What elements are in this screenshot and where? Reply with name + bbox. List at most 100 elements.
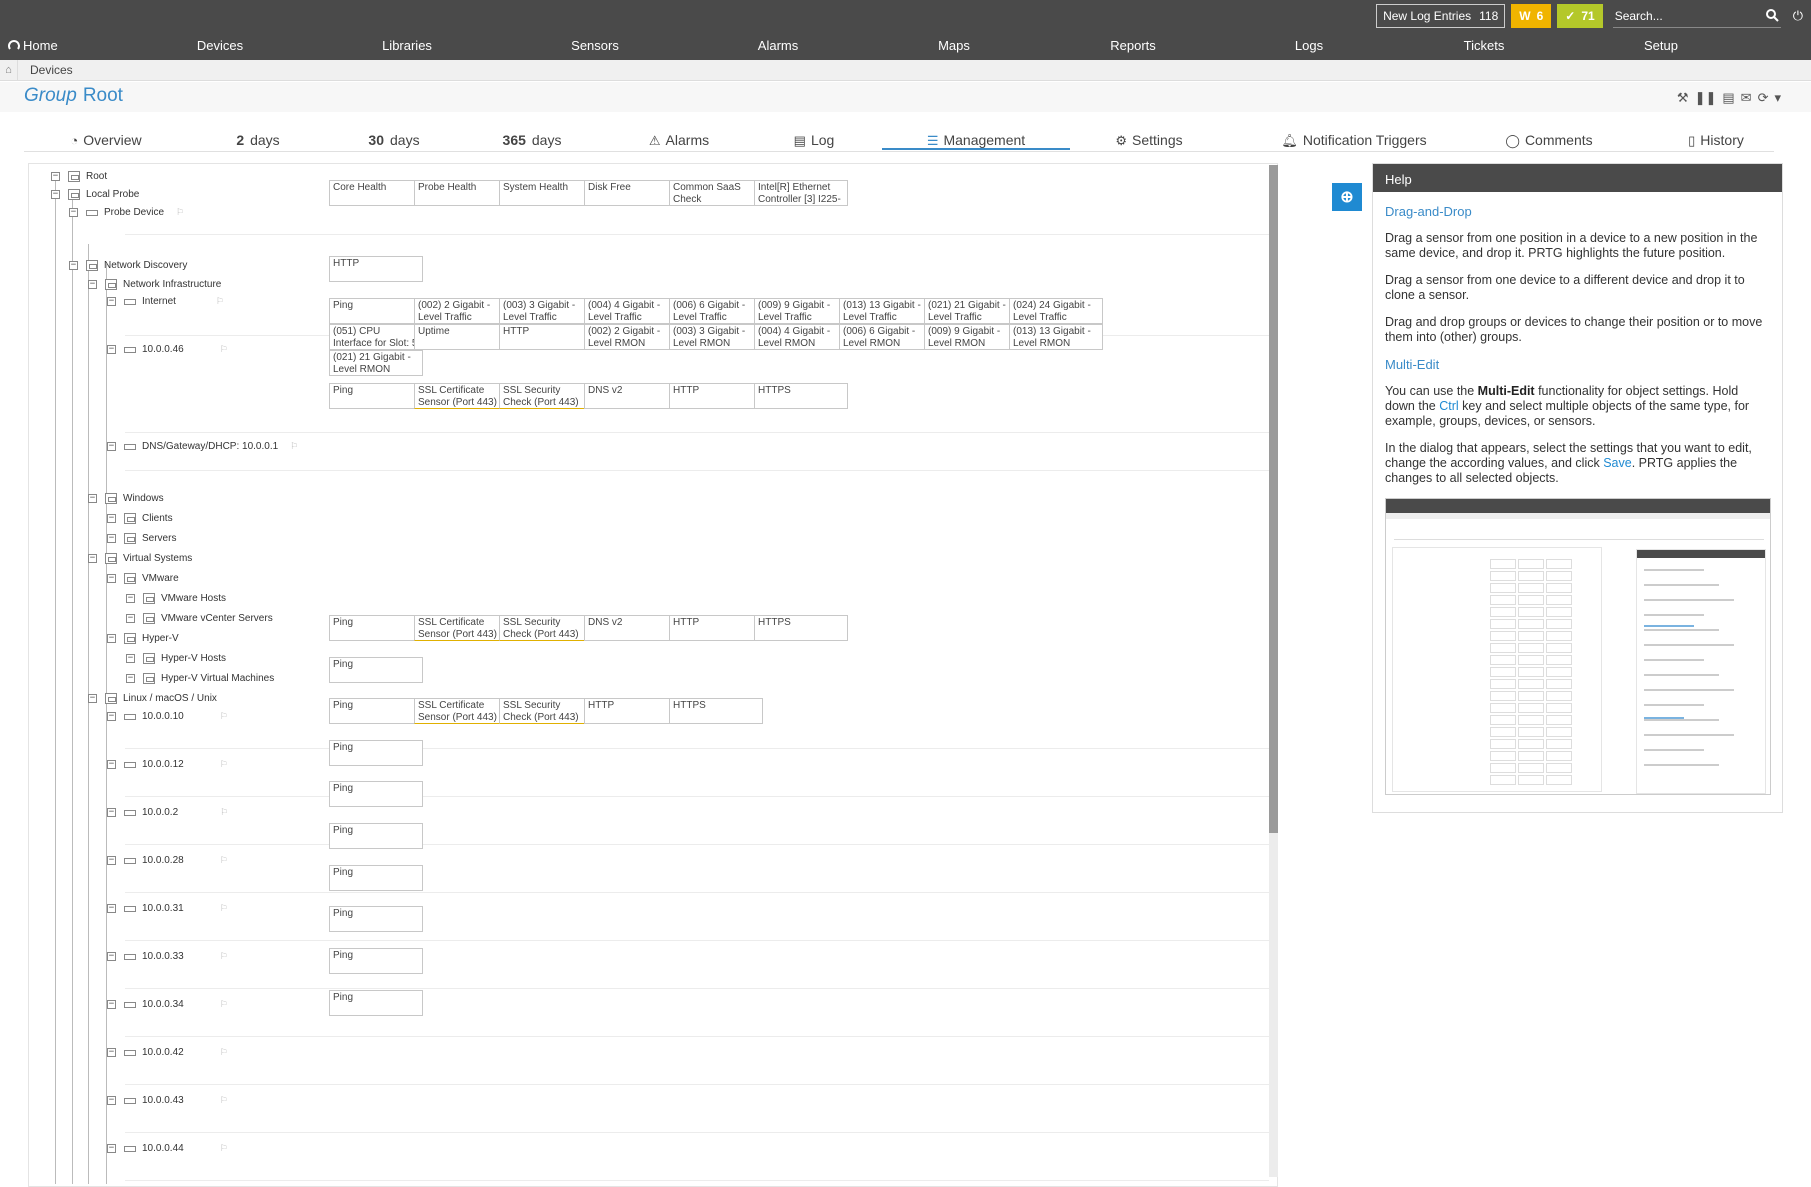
tree-group-hyperv-hosts[interactable]: − Hyper-V Hosts xyxy=(126,652,226,665)
collapse-toggle[interactable]: − xyxy=(107,514,116,523)
mail-icon[interactable]: ✉ xyxy=(1741,90,1752,106)
tree-device-10-0-0-42[interactable]: − 10.0.0.42 ⚐ xyxy=(107,1046,228,1059)
tree-group-vmware-vcenter[interactable]: − VMware vCenter Servers xyxy=(126,612,273,625)
sensor-tile[interactable]: Ping xyxy=(329,383,423,409)
flag-icon[interactable]: ⚐ xyxy=(220,1143,228,1154)
flag-icon[interactable]: ⚐ xyxy=(220,951,228,962)
collapse-toggle[interactable]: − xyxy=(126,614,135,623)
tree-device-10-0-0-44[interactable]: − 10.0.0.44 ⚐ xyxy=(107,1142,228,1155)
tree-scrollbar[interactable] xyxy=(1269,165,1278,1177)
flag-icon[interactable]: ⚐ xyxy=(220,711,228,722)
collapse-toggle[interactable]: − xyxy=(107,952,116,961)
collapse-toggle[interactable]: − xyxy=(88,694,97,703)
sensor-tile[interactable]: HTTP xyxy=(329,256,423,282)
warning-badge[interactable]: W 6 xyxy=(1511,4,1552,28)
nav-devices[interactable]: Devices xyxy=(197,38,243,53)
wrench-icon[interactable]: ⚒ xyxy=(1677,90,1689,106)
sensor-tile[interactable]: Ping xyxy=(329,298,423,324)
flag-icon[interactable]: ⚐ xyxy=(220,807,228,818)
sensor-tile[interactable]: Probe Health xyxy=(414,180,508,206)
nav-tickets[interactable]: Tickets xyxy=(1464,38,1505,53)
collapse-toggle[interactable]: − xyxy=(51,190,60,199)
sensor-tile[interactable]: Ping xyxy=(329,781,423,807)
collapse-toggle[interactable]: − xyxy=(88,554,97,563)
tree-group-root[interactable]: − Root xyxy=(51,170,107,183)
sensor-tile[interactable]: HTTP xyxy=(584,698,678,724)
sensor-tile[interactable]: SSL Security Check (Port 443) xyxy=(499,698,593,724)
sensor-tile[interactable]: Ping xyxy=(329,823,423,849)
tree-device-10-0-0-43[interactable]: − 10.0.0.43 ⚐ xyxy=(107,1094,228,1107)
sensor-tile[interactable]: Disk Free xyxy=(584,180,678,206)
sensor-tile[interactable]: Ping xyxy=(329,657,423,683)
collapse-toggle[interactable]: − xyxy=(107,534,116,543)
collapse-toggle[interactable]: − xyxy=(51,172,60,181)
logout-icon[interactable]: ⏻ xyxy=(1793,8,1803,24)
sensor-tile[interactable]: HTTPS xyxy=(754,615,848,641)
collapse-toggle[interactable]: − xyxy=(69,261,78,270)
flag-icon[interactable]: ⚐ xyxy=(290,441,298,452)
sensor-tile[interactable]: Ping xyxy=(329,906,423,932)
sensor-tile[interactable]: DNS v2 xyxy=(584,383,678,409)
tree-device-probe[interactable]: − Probe Device ⚐ xyxy=(69,206,184,219)
tree-group-vmware-hosts[interactable]: − VMware Hosts xyxy=(126,592,226,605)
flag-icon[interactable]: ⚐ xyxy=(220,344,228,355)
sensor-tile[interactable]: (006) 6 Gigabit - Level Traffic xyxy=(669,298,763,324)
nav-setup[interactable]: Setup xyxy=(1644,38,1678,53)
breadcrumb-home-icon[interactable]: ⌂ xyxy=(0,60,18,80)
flag-icon[interactable]: ⚐ xyxy=(220,1095,228,1106)
sensor-tile[interactable]: Core Health xyxy=(329,180,423,206)
sensor-tile[interactable]: (002) 2 Gigabit - Level RMON xyxy=(584,324,678,350)
tree-device-10-0-0-10[interactable]: − 10.0.0.10 ⚐ xyxy=(107,710,228,723)
sensor-tile[interactable]: Ping xyxy=(329,698,423,724)
tab-management[interactable]: ☰ Management xyxy=(927,132,1025,149)
tree-group-hyperv[interactable]: − Hyper-V xyxy=(107,632,179,645)
collapse-toggle[interactable]: − xyxy=(126,654,135,663)
tab-365-days[interactable]: 365 days xyxy=(503,132,562,148)
collapse-toggle[interactable]: − xyxy=(107,442,116,451)
scrollbar-thumb[interactable] xyxy=(1269,165,1278,833)
tab-overview[interactable]: ◔ Overview xyxy=(70,132,141,148)
pause-icon[interactable]: ❚❚ xyxy=(1695,90,1717,106)
flag-icon[interactable]: ⚐ xyxy=(220,903,228,914)
tree-device-10-0-0-34[interactable]: − 10.0.0.34 ⚐ xyxy=(107,998,228,1011)
sensor-tile[interactable]: Intel[R] Ethernet Controller [3] I225- xyxy=(754,180,848,206)
sensor-tile[interactable]: HTTPS xyxy=(669,698,763,724)
tree-device-10-0-0-2[interactable]: − 10.0.0.2 ⚐ xyxy=(107,806,228,819)
tree-group-windows[interactable]: − Windows xyxy=(88,492,164,505)
ok-badge[interactable]: ✓ 71 xyxy=(1557,4,1603,28)
tree-group-servers[interactable]: − Servers xyxy=(107,532,176,545)
sensor-tile[interactable]: (009) 9 Gigabit - Level RMON xyxy=(924,324,1018,350)
collapse-toggle[interactable]: − xyxy=(107,1000,116,1009)
search-icon[interactable] xyxy=(1765,9,1779,22)
refresh-icon[interactable]: ⟳ xyxy=(1758,90,1769,106)
tree-device-10-0-0-46[interactable]: − 10.0.0.46 ⚐ xyxy=(107,343,228,356)
collapse-toggle[interactable]: − xyxy=(107,345,116,354)
sensor-tile[interactable]: (013) 13 Gigabit - Level Traffic xyxy=(839,298,933,324)
sensor-tile[interactable]: System Health xyxy=(499,180,593,206)
sensor-tile[interactable]: Uptime xyxy=(414,324,508,350)
tab-history[interactable]: ▯ History xyxy=(1688,132,1744,149)
flag-icon[interactable]: ⚐ xyxy=(220,1047,228,1058)
collapse-toggle[interactable]: − xyxy=(88,494,97,503)
nav-logs[interactable]: Logs xyxy=(1295,38,1323,53)
tree-group-vmware[interactable]: − VMware xyxy=(107,572,179,585)
sensor-tile[interactable]: (051) CPU Interface for Slot: 5 Port: 1 xyxy=(329,324,423,350)
tree-device-10-0-0-12[interactable]: − 10.0.0.12 ⚐ xyxy=(107,758,228,771)
add-object-button[interactable]: ⊕ xyxy=(1332,183,1362,211)
sensor-tile[interactable]: Ping xyxy=(329,990,423,1016)
tab-2-days[interactable]: 2 days xyxy=(236,132,279,148)
sensor-tile[interactable]: Common SaaS Check xyxy=(669,180,763,206)
sensor-tile[interactable]: HTTP xyxy=(669,383,763,409)
collapse-toggle[interactable]: − xyxy=(107,297,116,306)
flag-icon[interactable]: ⚐ xyxy=(216,296,224,307)
tree-group-virtual-systems[interactable]: − Virtual Systems xyxy=(88,552,192,565)
collapse-toggle[interactable]: − xyxy=(107,904,116,913)
sensor-tile[interactable]: Ping xyxy=(329,948,423,974)
collapse-toggle[interactable]: − xyxy=(107,634,116,643)
sensor-tile[interactable]: Ping xyxy=(329,740,423,766)
collapse-toggle[interactable]: − xyxy=(107,574,116,583)
tab-notification-triggers[interactable]: 🔔︎ Notification Triggers xyxy=(1281,132,1426,149)
flag-icon[interactable]: ⚐ xyxy=(220,999,228,1010)
flag-icon[interactable]: ⚐ xyxy=(220,855,228,866)
sensor-tile[interactable]: (013) 13 Gigabit - Level RMON xyxy=(1009,324,1103,350)
